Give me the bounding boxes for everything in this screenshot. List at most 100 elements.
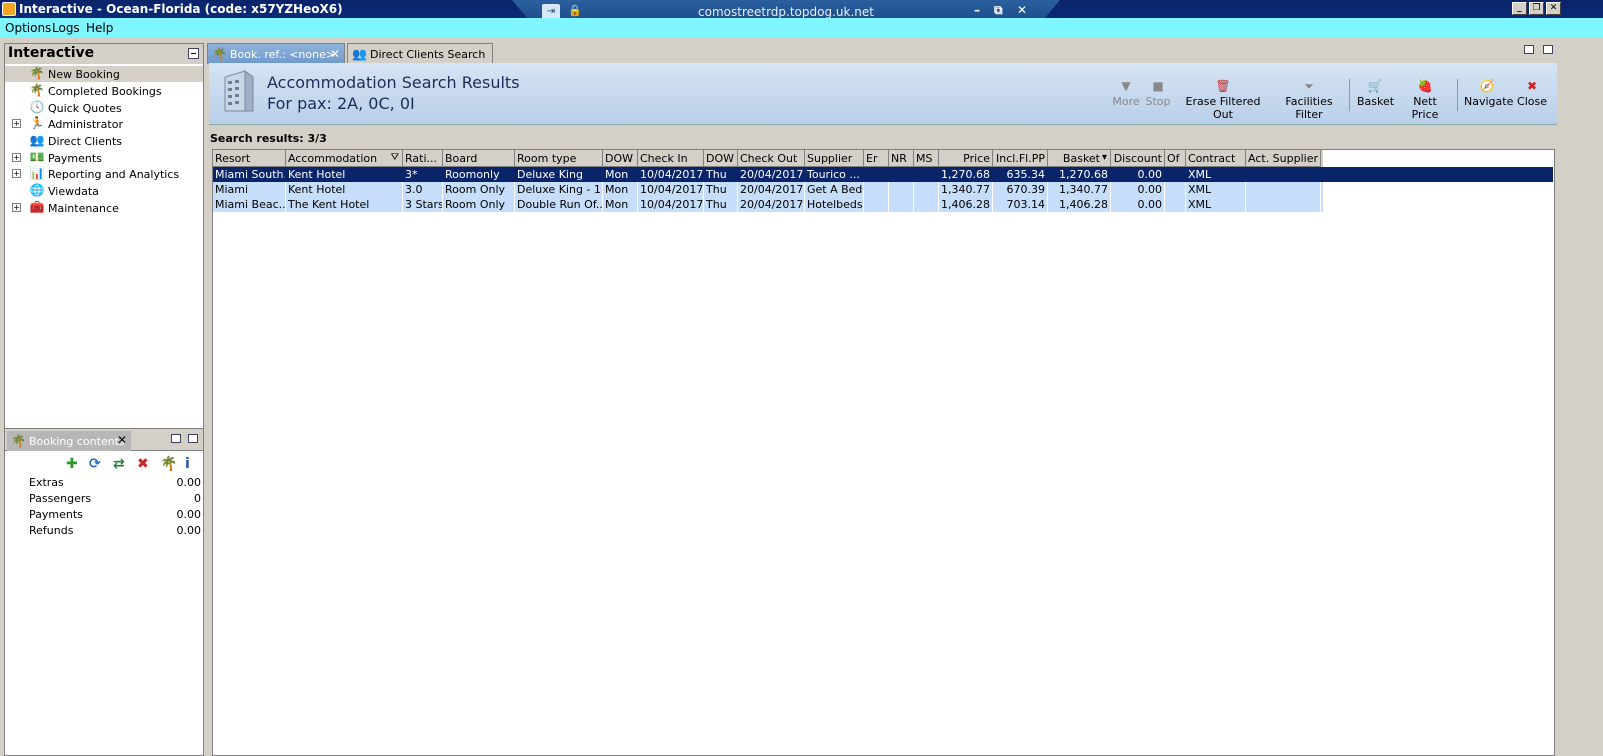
table-cell: 10/04/2017 <box>640 197 704 212</box>
filter-icon: ⏷ <box>1304 79 1314 93</box>
column-header[interactable]: Supplier <box>805 150 864 167</box>
close-button[interactable]: ✕ <box>1546 2 1561 15</box>
column-header-label: Supplier <box>807 152 853 165</box>
table-cell: Kent Hotel <box>286 182 403 197</box>
nav-item-label: Direct Clients <box>48 135 123 148</box>
filter-icon[interactable]: ⛛ <box>391 152 399 163</box>
facilities-filter-button[interactable]: ⏷ Facilities Filter <box>1274 79 1344 121</box>
nav-item-completed-bookings[interactable]: 🌴 Completed Bookings <box>5 83 203 99</box>
results-header: Accommodation Search Results For pax: 2A… <box>209 63 1557 125</box>
column-header[interactable]: Basket ▾ <box>1048 150 1111 167</box>
expand-icon[interactable]: + <box>12 119 21 128</box>
column-header[interactable]: Contract <box>1186 150 1246 167</box>
maximize-panel-button[interactable] <box>188 434 198 443</box>
collapse-panel-button[interactable] <box>188 48 199 59</box>
minimize-button[interactable]: _ <box>1512 2 1527 15</box>
basket-button[interactable]: 🛒 Basket <box>1357 79 1394 108</box>
nav-item-viewdata[interactable]: 🌐 Viewdata <box>5 183 203 199</box>
stop-button[interactable]: ■ Stop <box>1145 79 1171 108</box>
table-cell: 20/04/2017 <box>740 182 805 197</box>
nav-item-administrator[interactable]: + 🏃 Administrator <box>5 116 203 132</box>
sort-icon: ▾ <box>1101 152 1107 163</box>
add-icon[interactable]: ✚ <box>66 456 78 472</box>
table-cell: 10/04/2017 <box>640 182 704 197</box>
column-header[interactable]: Check Out <box>738 150 805 167</box>
column-header[interactable]: Board <box>443 150 515 167</box>
more-button[interactable]: ▼ More <box>1112 79 1140 108</box>
table-row[interactable]: Miami Kent Hotel 3.0 Room Only Deluxe King -… <box>213 182 1323 197</box>
expand-icon[interactable]: + <box>12 203 21 212</box>
table-cell: Miami Beac... <box>215 197 286 212</box>
nav-item-quick-quotes[interactable]: 🕓 Quick Quotes <box>5 100 203 116</box>
column-header[interactable]: Accommodation ⛛ <box>286 150 403 167</box>
tab-direct-clients-search[interactable]: 👥 Direct Clients Search <box>347 43 493 64</box>
column-header[interactable]: Price <box>939 150 993 167</box>
globe-icon: 🌐 <box>29 183 45 197</box>
tab-booking-ref[interactable]: 🌴 Book. ref.: <none> ✕ <box>207 43 345 64</box>
table-cell: 0.00 <box>1111 167 1165 182</box>
nett-price-button[interactable]: 🍓 Nett Price <box>1399 79 1451 121</box>
expand-icon[interactable]: + <box>12 169 21 178</box>
tab-label: Direct Clients Search <box>370 48 486 61</box>
booking-row-label: Passengers <box>29 492 92 505</box>
table-cell: The Kent Hotel <box>286 197 403 212</box>
column-header[interactable]: NR <box>889 150 914 167</box>
building-icon <box>224 70 254 112</box>
close-icon[interactable]: ✕ <box>117 433 127 447</box>
nav-item-direct-clients[interactable]: 👥 Direct Clients <box>5 133 203 149</box>
delete-icon[interactable]: ✖ <box>137 456 149 472</box>
rdp-minimize-button[interactable]: – <box>974 3 980 17</box>
column-header-label: Resort <box>215 152 251 165</box>
rdp-restore-button[interactable]: ⧉ <box>994 3 1003 18</box>
panel-title: Interactive <box>5 44 203 64</box>
column-header[interactable]: Act. Supplier <box>1246 150 1321 167</box>
table-cell: 1,340.77 <box>1048 182 1111 197</box>
menu-logs[interactable]: Logs <box>52 21 80 35</box>
minimize-view-button[interactable] <box>1524 45 1534 54</box>
toolbar-separator <box>1457 79 1458 111</box>
column-header[interactable]: DOW <box>603 150 638 167</box>
booking-row-label: Extras <box>29 476 64 489</box>
column-header[interactable]: Of <box>1165 150 1186 167</box>
column-header[interactable]: Incl.Fl.PP <box>993 150 1048 167</box>
palm-tree-icon: 🌴 <box>29 66 45 80</box>
nav-item-new-booking[interactable]: 🌴 New Booking <box>5 66 203 82</box>
navigate-icon: 🧭 <box>1479 79 1495 93</box>
column-header[interactable]: Discount <box>1111 150 1165 167</box>
close-icon[interactable]: ✕ <box>330 47 340 61</box>
nav-item-maintenance[interactable]: + 🧰 Maintenance <box>5 200 203 216</box>
transfer-icon[interactable]: ⇄ <box>113 456 125 472</box>
menu-options[interactable]: Options <box>5 21 51 35</box>
nav-item-reporting-and-analytics[interactable]: + 📊 Reporting and Analytics <box>5 166 203 182</box>
column-header[interactable]: Er <box>864 150 889 167</box>
tab-label: Book. ref.: <none> <box>230 48 336 61</box>
column-header[interactable]: Rati... <box>403 150 443 167</box>
column-header[interactable]: Resort <box>213 150 286 167</box>
nav-item-payments[interactable]: + 💵 Payments <box>5 150 203 166</box>
rdp-close-button[interactable]: ✕ <box>1017 3 1027 17</box>
maximize-view-button[interactable] <box>1543 45 1553 54</box>
table-row[interactable]: Miami South...Kent Hotel3*RoomonlyDeluxe… <box>213 167 1553 182</box>
minimize-panel-button[interactable] <box>171 434 181 443</box>
restore-button[interactable]: ❐ <box>1529 2 1544 15</box>
refresh-icon[interactable]: ⟳ <box>89 456 101 472</box>
palm-tree-icon[interactable]: 🌴 <box>160 456 177 472</box>
navigate-button[interactable]: 🧭 Navigate <box>1464 79 1513 108</box>
column-header[interactable]: Check In <box>638 150 704 167</box>
column-header-label: Check Out <box>740 152 798 165</box>
erase-icon: 🗑 <box>1215 79 1231 93</box>
expand-icon[interactable]: + <box>12 153 21 162</box>
info-icon[interactable]: i <box>185 456 190 472</box>
column-header[interactable]: MS <box>914 150 939 167</box>
close-button[interactable]: ✖ Close <box>1516 79 1548 108</box>
nav-item-label: Reporting and Analytics <box>48 168 180 181</box>
column-header[interactable]: DOW <box>704 150 738 167</box>
table-cell <box>914 182 939 197</box>
menu-help[interactable]: Help <box>86 21 113 35</box>
booking-contents-tab[interactable]: 🌴 Booking contents ✕ <box>7 431 131 451</box>
table-cell: XML <box>1186 197 1246 212</box>
table-row[interactable]: Miami Beac... The Kent Hotel 3 Stars Room O… <box>213 197 1323 212</box>
booking-row-value: 0.00 <box>176 508 202 521</box>
erase-filtered-out-button[interactable]: 🗑 Erase Filtered Out <box>1179 79 1267 121</box>
column-header[interactable]: Room type <box>515 150 603 167</box>
